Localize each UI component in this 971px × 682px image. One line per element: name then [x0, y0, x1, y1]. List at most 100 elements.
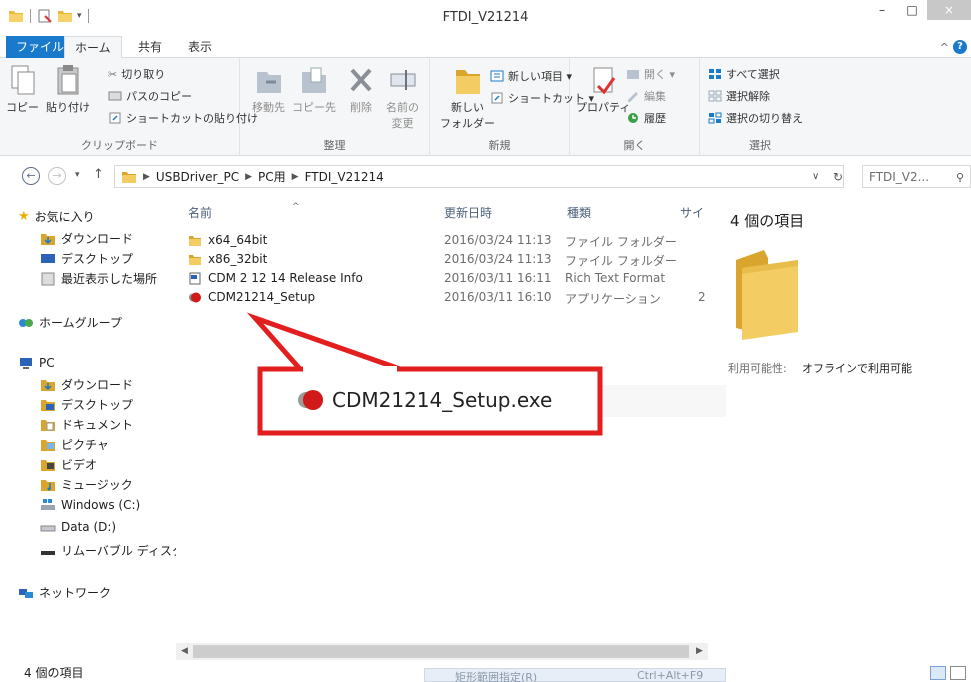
nav-recent-label: 最近表示した場所	[61, 272, 158, 286]
maximize-button[interactable]: □	[897, 0, 927, 20]
details-view-button[interactable]	[930, 666, 946, 680]
column-header-name[interactable]: 名前 ^	[188, 202, 300, 221]
tab-home[interactable]: ホーム	[64, 36, 122, 59]
invert-selection-icon	[708, 112, 722, 124]
file-row[interactable]: CDM 2 12 14 Release Info 2016/03/11 16:1…	[176, 270, 708, 288]
nav-videos-label: ビデオ	[61, 458, 98, 472]
select-none-button[interactable]: 選択解除	[708, 88, 770, 104]
file-name: CDM21214_Setup	[208, 290, 316, 304]
scrollbar-thumb[interactable]	[193, 645, 689, 658]
breadcrumb-usbdriver[interactable]: USBDriver_PC	[156, 170, 239, 184]
nav-downloads[interactable]: ダウンロード	[40, 230, 133, 247]
cut-label: 切り取り	[121, 68, 166, 81]
recent-locations-icon[interactable]: ▾	[75, 170, 80, 180]
new-group-label: 新規	[488, 139, 511, 152]
refresh-icon[interactable]: ↻	[833, 170, 843, 184]
up-button[interactable]: ↑	[93, 167, 104, 182]
breadcrumb-pc[interactable]: PC用	[258, 168, 286, 185]
nav-documents[interactable]: ドキュメント	[40, 416, 133, 433]
nav-pc-desktop[interactable]: デスクトップ	[40, 396, 133, 413]
nav-drive-d[interactable]: Data (D:)	[40, 520, 116, 534]
nav-videos[interactable]: ビデオ	[40, 456, 97, 473]
large-icons-view-button[interactable]	[950, 666, 966, 680]
minimize-button[interactable]: –	[867, 0, 897, 20]
nav-homegroup[interactable]: ホームグループ	[18, 314, 122, 331]
nav-desktop[interactable]: デスクトップ	[40, 250, 133, 267]
column-header-modified[interactable]: 更新日時	[444, 204, 492, 221]
file-row[interactable]: x86_32bit 2016/03/24 11:13 ファイル フォルダー	[176, 251, 708, 269]
address-dropdown-icon[interactable]: ∨	[812, 171, 819, 182]
large-folder-icon	[736, 250, 798, 340]
file-row[interactable]: x64_64bit 2016/03/24 11:13 ファイル フォルダー	[176, 232, 708, 250]
file-modified: 2016/03/24 11:13	[444, 233, 552, 247]
properties-button[interactable]: プロパティ	[576, 64, 630, 115]
open-button[interactable]: 開く ▾	[626, 66, 675, 82]
copy-to-button[interactable]: コピー先	[292, 64, 336, 115]
paste-button[interactable]: 貼り付け	[46, 64, 90, 115]
scroll-right-icon[interactable]: ▶	[691, 643, 708, 660]
homegroup-icon	[19, 318, 33, 327]
ribbon-collapse-icon[interactable]: ^	[940, 41, 949, 54]
rename-button[interactable]: 名前の 変更	[386, 64, 419, 131]
search-input[interactable]: FTDI_V2...	[862, 165, 971, 188]
paste-shortcut-icon	[109, 112, 121, 124]
history-icon	[628, 113, 638, 123]
breadcrumb-separator-icon[interactable]: ▶	[292, 172, 299, 182]
file-name: x86_32bit	[208, 252, 268, 266]
column-name-label: 名前	[188, 206, 213, 220]
recent-places-icon	[41, 272, 55, 285]
breadcrumb-separator-icon[interactable]: ▶	[143, 172, 150, 182]
nav-pc-downloads[interactable]: ダウンロード	[40, 376, 133, 393]
details-item-count: 4 個の項目	[730, 212, 805, 230]
horizontal-scrollbar[interactable]: ◀ ▶	[176, 643, 708, 660]
pictures-icon	[41, 439, 55, 451]
copy-button[interactable]: コピー	[6, 64, 39, 115]
status-bar: 4 個の項目 矩形範囲指定(R) Ctrl+Alt+F9	[0, 660, 971, 682]
invert-selection-button[interactable]: 選択の切り替え	[708, 110, 803, 126]
windows-drive-icon	[41, 499, 55, 510]
nav-favorites-label: お気に入り	[34, 210, 95, 224]
nav-favorites[interactable]: ★ お気に入り	[18, 208, 95, 225]
star-icon: ★	[18, 209, 30, 224]
nav-music[interactable]: ミュージック	[40, 476, 133, 493]
history-button[interactable]: 履歴	[626, 110, 666, 126]
clipboard-group-label: クリップボード	[81, 139, 158, 152]
column-header-type[interactable]: 種類	[567, 204, 591, 221]
tab-share[interactable]: 共有	[128, 36, 172, 58]
nav-pc[interactable]: PC	[18, 356, 55, 370]
file-modified: 2016/03/11 16:10	[444, 290, 552, 304]
nav-network[interactable]: ネットワーク	[18, 584, 111, 601]
organize-group-label: 整理	[323, 139, 346, 152]
file-list: 名前 ^ 更新日時 種類 サイ x64_64bit 2016/03/24 11:…	[176, 196, 708, 644]
new-item-button[interactable]: 新しい項目 ▾	[490, 68, 572, 84]
new-item-label: 新しい項目 ▾	[508, 70, 573, 83]
back-button[interactable]: ←	[22, 167, 40, 185]
tab-view[interactable]: 表示	[178, 36, 222, 58]
column-header-size[interactable]: サイ	[680, 204, 704, 221]
nav-recent[interactable]: 最近表示した場所	[40, 270, 157, 287]
close-button[interactable]: ×	[927, 0, 971, 20]
delete-button[interactable]: 削除	[346, 64, 376, 115]
copy-path-button[interactable]: パスのコピー	[108, 88, 192, 104]
breadcrumb-ftdi[interactable]: FTDI_V21214	[305, 170, 384, 184]
nav-pictures[interactable]: ピクチャ	[40, 436, 109, 453]
nav-documents-label: ドキュメント	[61, 418, 134, 432]
select-all-button[interactable]: すべて選択	[708, 66, 780, 82]
search-icon[interactable]: ⚲	[956, 171, 964, 184]
paste-shortcut-button[interactable]: ショートカットの貼り付け	[108, 110, 258, 126]
forward-button[interactable]: →	[48, 167, 66, 185]
edit-button[interactable]: 編集	[626, 88, 666, 104]
breadcrumb-separator-icon[interactable]: ▶	[245, 172, 252, 182]
help-icon[interactable]: ?	[953, 40, 967, 54]
status-tip-left: 矩形範囲指定(R)	[455, 671, 538, 682]
copy-label: コピー	[6, 101, 39, 114]
scroll-left-icon[interactable]: ◀	[176, 643, 193, 660]
move-to-button[interactable]: 移動先	[252, 64, 285, 115]
cut-button[interactable]: ✂ 切り取り	[108, 66, 165, 82]
delete-icon	[350, 68, 372, 92]
nav-drive-c[interactable]: Windows (C:)	[40, 498, 140, 512]
downloads-icon	[41, 233, 55, 245]
file-row[interactable]: CDM21214_Setup 2016/03/11 16:10 アプリケーション…	[176, 289, 708, 307]
new-folder-button[interactable]: 新しい フォルダー	[440, 64, 495, 131]
address-bar[interactable]: ▶ USBDriver_PC ▶ PC用 ▶ FTDI_V21214	[114, 165, 844, 188]
